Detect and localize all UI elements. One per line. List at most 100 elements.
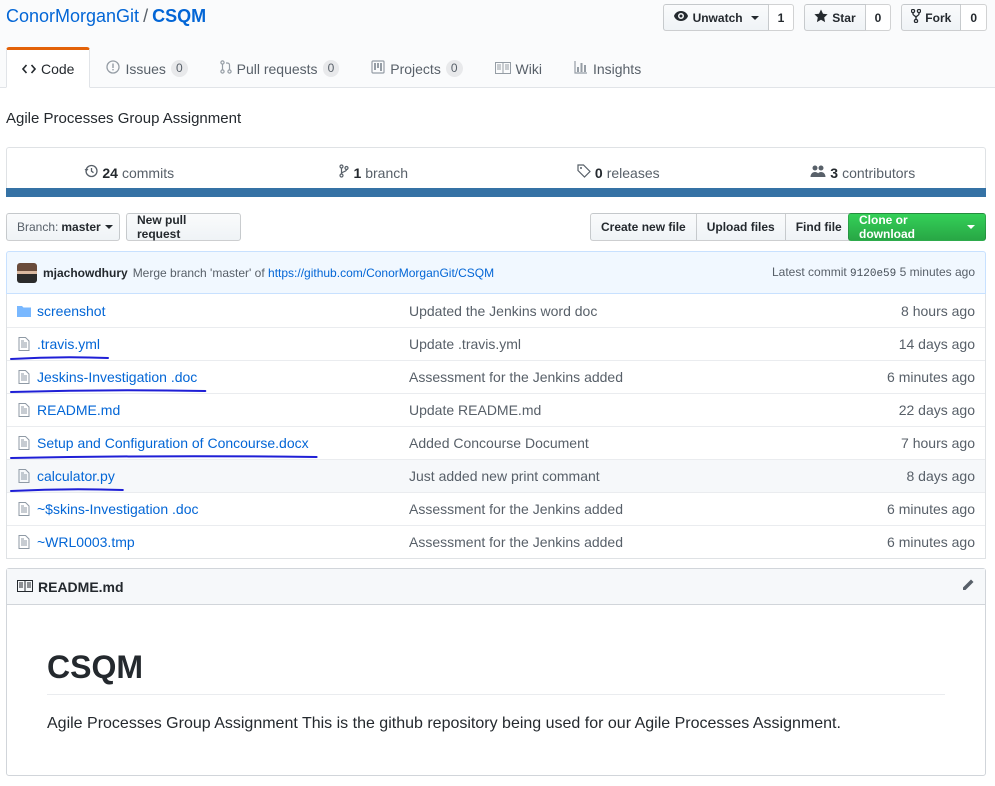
book-icon: [17, 579, 33, 595]
projects-counter: 0: [445, 60, 463, 77]
clone-or-download-button[interactable]: Clone or download: [848, 213, 986, 241]
readme-header: README.md: [7, 569, 985, 605]
star-group: Star 0: [804, 4, 892, 31]
tab-projects[interactable]: Projects 0: [355, 47, 478, 88]
commits-count: 24: [102, 164, 118, 181]
file-name-link[interactable]: Setup and Configuration of Concourse.doc…: [37, 435, 409, 451]
issues-counter: 0: [170, 60, 188, 77]
file-age: 7 hours ago: [901, 435, 975, 451]
language-bar[interactable]: [6, 188, 986, 197]
avatar[interactable]: [17, 262, 37, 283]
file-row[interactable]: README.md Update README.md 22 days ago: [7, 393, 985, 426]
file-icon: [16, 502, 32, 516]
file-name-link[interactable]: README.md: [37, 402, 409, 418]
file-name-link[interactable]: screenshot: [37, 303, 409, 319]
file-commit-message[interactable]: Assessment for the Jenkins added: [409, 369, 785, 385]
tab-issues[interactable]: Issues 0: [90, 47, 203, 88]
tab-issues-label: Issues: [125, 60, 166, 77]
fork-count[interactable]: 0: [961, 4, 987, 31]
fork-icon: [911, 8, 922, 26]
file-age: 6 minutes ago: [887, 369, 975, 385]
file-row[interactable]: Jeskins-Investigation .doc Assessment for…: [7, 360, 985, 393]
tag-icon: [577, 164, 591, 181]
file-commit-message[interactable]: Added Concourse Document: [409, 435, 785, 451]
file-actions: Create new file Upload files Find file: [590, 213, 853, 241]
find-file-button[interactable]: Find file: [784, 213, 853, 241]
tab-wiki[interactable]: Wiki: [479, 47, 558, 88]
unwatch-label: Unwatch: [692, 10, 743, 25]
file-age: 8 hours ago: [901, 302, 975, 319]
file-icon: [16, 337, 32, 351]
fork-group: Fork 0: [901, 4, 987, 31]
file-age: 6 minutes ago: [887, 501, 975, 517]
file-row[interactable]: screenshot Updated the Jenkins word doc 8 …: [7, 294, 985, 327]
repo-title-separator: /: [143, 6, 149, 26]
contributors-label: contributors: [842, 164, 916, 181]
pagehead-actions: Unwatch 1 Star 0 Fork 0: [662, 4, 987, 31]
commit-message: Merge branch 'master' of https://github.…: [133, 266, 494, 280]
file-list: screenshot Updated the Jenkins word doc 8 …: [6, 294, 986, 559]
star-icon: [814, 9, 828, 26]
file-row[interactable]: ~WRL0003.tmp Assessment for the Jenkins a…: [7, 525, 985, 558]
pencil-icon[interactable]: [961, 578, 975, 595]
commit-meta: Latest commit 9120e59 5 minutes ago: [772, 265, 975, 280]
file-commit-message[interactable]: Just added new print commant: [409, 468, 785, 484]
branch-icon: [339, 164, 350, 181]
file-icon: [16, 370, 32, 384]
repo-owner-link[interactable]: ConorMorganGit: [6, 6, 139, 26]
tab-wiki-label: Wiki: [515, 60, 542, 77]
unwatch-button[interactable]: Unwatch: [662, 4, 769, 31]
star-button[interactable]: Star: [804, 4, 866, 31]
branch-name: master: [61, 220, 101, 234]
file-icon: [16, 535, 32, 549]
watch-group: Unwatch 1: [662, 4, 795, 31]
tab-pull-requests[interactable]: Pull requests 0: [204, 47, 356, 88]
file-name-link[interactable]: ~WRL0003.tmp: [37, 534, 409, 550]
history-icon: [84, 164, 99, 181]
file-row[interactable]: ~$skins-Investigation .doc Assessment for…: [7, 492, 985, 525]
tab-code[interactable]: Code: [6, 47, 91, 88]
book-icon: [494, 61, 511, 77]
file-commit-message[interactable]: Update .travis.yml: [409, 336, 785, 352]
file-age: 6 minutes ago: [887, 534, 975, 550]
create-new-file-button[interactable]: Create new file: [590, 213, 697, 241]
fork-button[interactable]: Fork: [901, 4, 962, 31]
new-pull-request-button[interactable]: New pull request: [126, 213, 241, 241]
upload-files-button[interactable]: Upload files: [695, 213, 786, 241]
tab-pull-requests-label: Pull requests: [236, 60, 318, 77]
file-icon: [16, 403, 32, 417]
branch-select-button[interactable]: Branch: master: [6, 213, 120, 241]
chevron-down-icon: [750, 15, 759, 20]
file-row[interactable]: calculator.py Just added new print comman…: [7, 459, 985, 492]
commit-sha[interactable]: 9120e59: [850, 268, 896, 280]
commit-message-link[interactable]: https://github.com/ConorMorganGit/CSQM: [268, 266, 494, 280]
branch-count: 1: [353, 164, 362, 181]
file-commit-message[interactable]: Updated the Jenkins word doc: [409, 303, 785, 319]
repo-header: ConorMorganGit / CSQM Unwatch 1 Star 0 F…: [0, 0, 995, 88]
file-name-link[interactable]: Jeskins-Investigation .doc: [37, 369, 409, 385]
file-row[interactable]: Setup and Configuration of Concourse.doc…: [7, 426, 985, 459]
tab-projects-label: Projects: [390, 60, 441, 77]
watch-count[interactable]: 1: [768, 4, 795, 31]
file-name-link[interactable]: calculator.py: [37, 468, 409, 484]
file-row[interactable]: .travis.yml Update .travis.yml 14 days ago: [7, 327, 985, 360]
pulls-counter: 0: [322, 60, 340, 77]
file-commit-message[interactable]: Assessment for the Jenkins added: [409, 534, 785, 550]
commit-author[interactable]: mjachowdhury: [43, 266, 128, 280]
file-icon: [16, 436, 32, 450]
eye-icon: [673, 10, 689, 25]
latest-commit-bar: mjachowdhury Merge branch 'master' of ht…: [6, 251, 986, 294]
readme: README.md CSQM Agile Processes Group Ass…: [6, 568, 986, 776]
file-commit-message[interactable]: Update README.md: [409, 402, 785, 418]
file-name-link[interactable]: .travis.yml: [37, 336, 409, 352]
project-icon: [371, 60, 385, 77]
repo-title: ConorMorganGit / CSQM: [6, 6, 206, 27]
file-commit-message[interactable]: Assessment for the Jenkins added: [409, 501, 785, 517]
readme-filename: README.md: [38, 578, 124, 595]
tab-insights[interactable]: Insights: [558, 47, 657, 88]
star-count[interactable]: 0: [865, 4, 892, 31]
repo-name-link[interactable]: CSQM: [152, 6, 206, 26]
file-navigation: Branch: master New pull request Create n…: [6, 213, 986, 241]
clone-label: Clone or download: [859, 213, 915, 241]
file-name-link[interactable]: ~$skins-Investigation .doc: [37, 501, 409, 517]
